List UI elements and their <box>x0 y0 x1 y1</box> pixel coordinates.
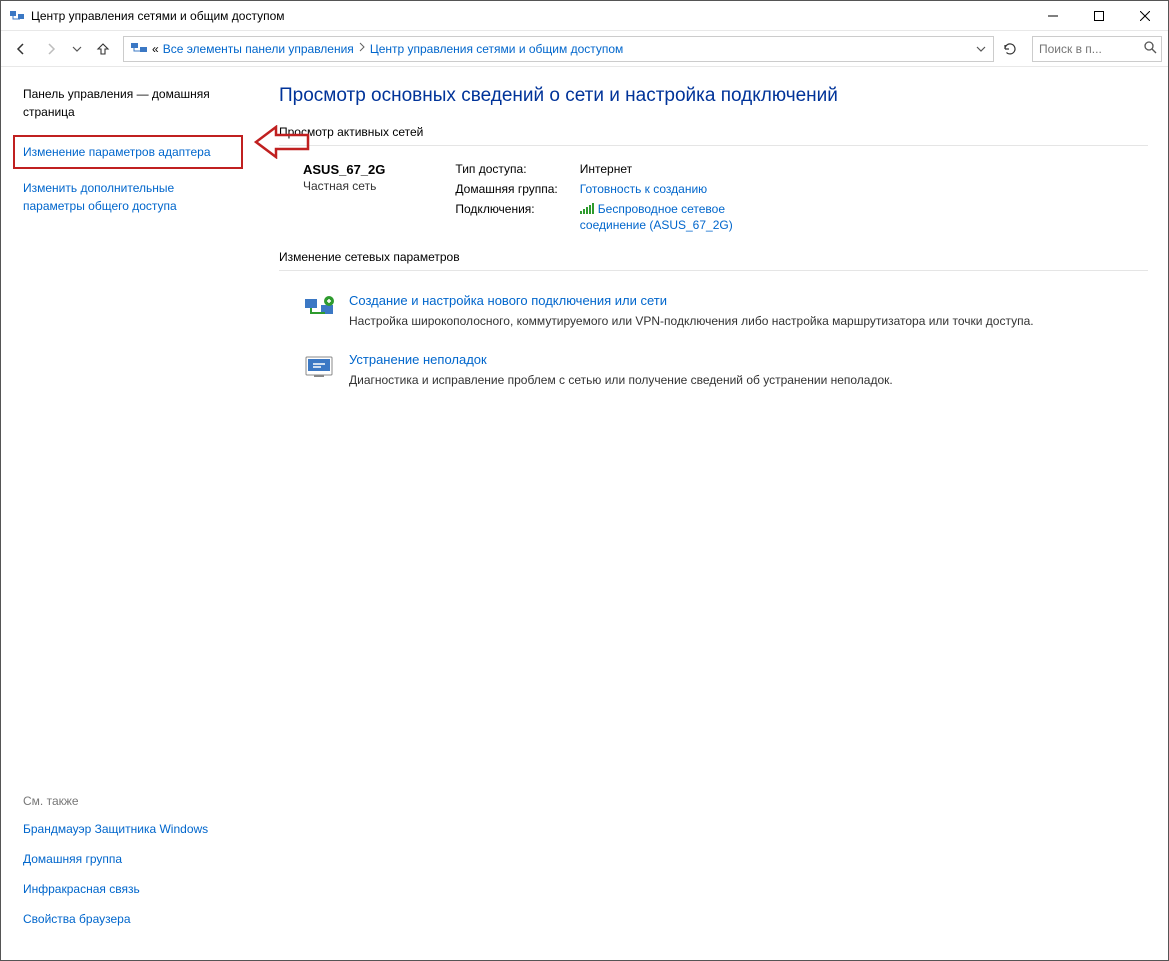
app-icon <box>9 8 25 24</box>
task-new-connection-link[interactable]: Создание и настройка нового подключения … <box>349 293 1034 308</box>
window-title: Центр управления сетями и общим доступом <box>31 9 285 23</box>
navbar: « Все элементы панели управления Центр у… <box>1 31 1168 67</box>
wifi-signal-icon <box>580 203 594 218</box>
sidebar-link-adapter-settings[interactable]: Изменение параметров адаптера <box>13 135 243 169</box>
see-also-homegroup[interactable]: Домашняя группа <box>23 850 237 868</box>
search-box[interactable] <box>1032 36 1162 62</box>
back-button[interactable] <box>7 35 35 63</box>
page-heading: Просмотр основных сведений о сети и наст… <box>279 85 1148 107</box>
see-also-infrared[interactable]: Инфракрасная связь <box>23 880 237 898</box>
homegroup-link[interactable]: Готовность к созданию <box>580 182 707 196</box>
connections-label: Подключения: <box>455 202 557 216</box>
change-settings-heading: Изменение сетевых параметров <box>279 250 1148 271</box>
sidebar-link-advanced-sharing[interactable]: Изменить дополнительные параметры общего… <box>23 179 237 215</box>
see-also-firewall[interactable]: Брандмауэр Защитника Windows <box>23 820 237 838</box>
breadcrumb-item-current[interactable]: Центр управления сетями и общим доступом <box>370 42 624 56</box>
content: Панель управления — домашняя страница Из… <box>1 67 1168 960</box>
homegroup-label: Домашняя группа: <box>455 182 557 196</box>
network-identity: ASUS_67_2G Частная сеть <box>303 162 385 232</box>
sidebar-home-link[interactable]: Панель управления — домашняя страница <box>23 85 237 121</box>
location-icon <box>130 40 148 58</box>
see-also-section: См. также Брандмауэр Защитника Windows Д… <box>23 794 237 940</box>
new-connection-icon <box>303 293 335 325</box>
task-troubleshoot-desc: Диагностика и исправление проблем с сеть… <box>349 371 893 389</box>
address-bar[interactable]: « Все элементы панели управления Центр у… <box>123 36 994 62</box>
chevron-right-icon <box>358 42 366 55</box>
search-input[interactable] <box>1037 41 1143 57</box>
maximize-button[interactable] <box>1076 1 1122 31</box>
task-troubleshoot: Устранение неполадок Диагностика и испра… <box>279 340 1148 399</box>
breadcrumb-item-all[interactable]: Все элементы панели управления <box>163 42 354 56</box>
refresh-button[interactable] <box>996 35 1024 63</box>
close-button[interactable] <box>1122 1 1168 31</box>
main-panel: Просмотр основных сведений о сети и наст… <box>249 67 1168 960</box>
network-name: ASUS_67_2G <box>303 162 385 177</box>
forward-button[interactable] <box>37 35 65 63</box>
history-dropdown[interactable] <box>67 35 87 63</box>
active-networks-heading: Просмотр активных сетей <box>279 125 1148 146</box>
up-button[interactable] <box>89 35 117 63</box>
task-new-connection-desc: Настройка широкополосного, коммутируемог… <box>349 312 1034 330</box>
network-type: Частная сеть <box>303 179 385 193</box>
active-network-block: ASUS_67_2G Частная сеть Тип доступа: Инт… <box>279 152 1148 250</box>
task-new-connection: Создание и настройка нового подключения … <box>279 281 1148 340</box>
connection-link[interactable]: Беспроводное сетевое соединение (ASUS_67… <box>580 202 733 232</box>
troubleshoot-icon <box>303 352 335 384</box>
task-troubleshoot-link[interactable]: Устранение неполадок <box>349 352 893 367</box>
tasks-list: Создание и настройка нового подключения … <box>279 281 1148 399</box>
see-also-heading: См. также <box>23 794 237 808</box>
sidebar: Панель управления — домашняя страница Из… <box>1 67 249 960</box>
search-icon <box>1143 40 1157 57</box>
see-also-internet-options[interactable]: Свойства браузера <box>23 910 237 928</box>
access-type-label: Тип доступа: <box>455 162 557 176</box>
window-controls <box>1030 1 1168 31</box>
network-details-grid: Тип доступа: Интернет Домашняя группа: Г… <box>455 162 779 232</box>
minimize-button[interactable] <box>1030 1 1076 31</box>
address-dropdown[interactable] <box>971 35 991 63</box>
access-type-value: Интернет <box>580 162 780 176</box>
titlebar: Центр управления сетями и общим доступом <box>1 1 1168 31</box>
breadcrumb-prefix: « <box>152 42 159 56</box>
